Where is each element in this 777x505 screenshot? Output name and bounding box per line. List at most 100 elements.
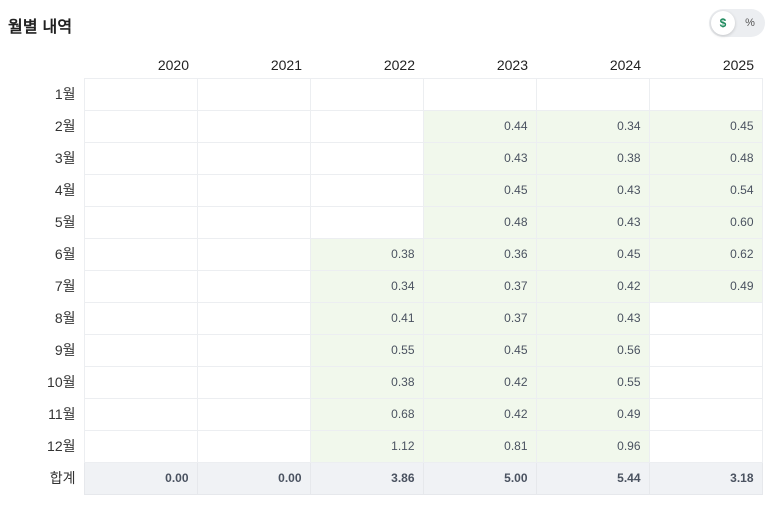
value-cell: 0.45 bbox=[422, 173, 537, 207]
value-cell: 0.49 bbox=[535, 397, 650, 431]
value-cell bbox=[83, 365, 198, 399]
value-cell bbox=[309, 173, 424, 207]
value-cell: 0.55 bbox=[535, 365, 650, 399]
value-cell bbox=[83, 269, 198, 303]
value-cell: 1.12 bbox=[309, 429, 424, 463]
value-cell: 0.45 bbox=[648, 109, 763, 143]
total-cell: 0.00 bbox=[83, 461, 198, 495]
value-cell bbox=[83, 205, 198, 239]
value-cell bbox=[196, 301, 311, 335]
year-header-row: 2020 2021 2022 2023 2024 2025 bbox=[0, 48, 762, 78]
table-row: 12월 1.12 0.81 0.96 bbox=[0, 429, 763, 463]
total-cell: 5.00 bbox=[422, 461, 537, 495]
value-cell: 0.41 bbox=[309, 301, 424, 335]
value-cell: 0.37 bbox=[422, 269, 537, 303]
value-cell bbox=[309, 205, 424, 239]
monthly-breakdown-table: 2020 2021 2022 2023 2024 2025 1월 2월 0.44 0.… bbox=[0, 48, 763, 495]
value-cell: 0.48 bbox=[422, 205, 537, 239]
table-body: 1월 2월 0.44 0.34 0.45 3월 0.43 0.38 0.48 4월 0.45 0.43… bbox=[0, 77, 763, 495]
month-label: 12월 bbox=[47, 438, 76, 454]
year-header: 2023 bbox=[496, 56, 528, 73]
value-cell bbox=[83, 109, 198, 143]
month-label: 7월 bbox=[54, 278, 76, 294]
value-cell bbox=[196, 365, 311, 399]
table-row: 5월 0.48 0.43 0.60 bbox=[0, 205, 763, 239]
year-header: 2021 bbox=[270, 56, 302, 73]
total-cell: 3.18 bbox=[648, 461, 763, 495]
table-row: 6월 0.38 0.36 0.45 0.62 bbox=[0, 237, 763, 271]
section-title: 월별 내역 bbox=[8, 19, 73, 36]
value-cell: 0.36 bbox=[422, 237, 537, 271]
table-row: 4월 0.45 0.43 0.54 bbox=[0, 173, 763, 207]
value-cell: 0.68 bbox=[309, 397, 424, 431]
value-cell bbox=[648, 397, 763, 431]
value-cell bbox=[83, 77, 198, 111]
percent-toggle-option[interactable]: % bbox=[738, 11, 762, 35]
value-cell: 0.42 bbox=[422, 397, 537, 431]
value-cell bbox=[83, 429, 198, 463]
value-cell: 0.49 bbox=[648, 269, 763, 303]
month-label: 6월 bbox=[54, 246, 76, 262]
value-cell: 0.38 bbox=[535, 141, 650, 175]
value-cell bbox=[309, 141, 424, 175]
month-label: 11월 bbox=[48, 406, 76, 422]
value-cell bbox=[648, 333, 763, 367]
value-cell bbox=[83, 397, 198, 431]
value-cell: 0.55 bbox=[309, 333, 424, 367]
year-header: 2022 bbox=[383, 56, 415, 73]
value-cell bbox=[309, 77, 424, 111]
table-row: 8월 0.41 0.37 0.43 bbox=[0, 301, 763, 335]
value-cell bbox=[648, 365, 763, 399]
value-cell: 0.60 bbox=[648, 205, 763, 239]
total-cell: 5.44 bbox=[535, 461, 650, 495]
value-cell: 0.42 bbox=[422, 365, 537, 399]
value-cell: 0.62 bbox=[648, 237, 763, 271]
value-cell: 0.34 bbox=[535, 109, 650, 143]
total-cell: 3.86 bbox=[309, 461, 424, 495]
value-cell bbox=[196, 397, 311, 431]
total-row: 합계 0.00 0.00 3.86 5.00 5.44 3.18 bbox=[0, 461, 763, 495]
value-cell: 0.96 bbox=[535, 429, 650, 463]
value-cell: 0.43 bbox=[422, 141, 537, 175]
table-row: 2월 0.44 0.34 0.45 bbox=[0, 109, 763, 143]
year-header: 2024 bbox=[609, 56, 641, 73]
value-cell: 0.43 bbox=[535, 205, 650, 239]
value-cell: 0.38 bbox=[309, 237, 424, 271]
value-cell bbox=[83, 333, 198, 367]
value-cell: 0.34 bbox=[309, 269, 424, 303]
value-cell bbox=[196, 77, 311, 111]
table-row: 11월 0.68 0.42 0.49 bbox=[0, 397, 763, 431]
table-row: 3월 0.43 0.38 0.48 bbox=[0, 141, 763, 175]
table-row: 10월 0.38 0.42 0.55 bbox=[0, 365, 763, 399]
value-cell bbox=[648, 301, 763, 335]
value-cell bbox=[83, 141, 198, 175]
value-cell: 0.44 bbox=[422, 109, 537, 143]
value-cell bbox=[196, 429, 311, 463]
value-cell bbox=[196, 109, 311, 143]
month-label: 9월 bbox=[54, 342, 76, 358]
value-cell: 0.43 bbox=[535, 301, 650, 335]
month-label: 1월 bbox=[54, 86, 76, 102]
value-cell: 0.38 bbox=[309, 365, 424, 399]
value-cell bbox=[648, 429, 763, 463]
value-cell bbox=[196, 237, 311, 271]
total-cell: 0.00 bbox=[196, 461, 311, 495]
dollar-toggle-option[interactable]: $ bbox=[711, 11, 735, 35]
currency-percent-toggle[interactable]: $ % bbox=[709, 9, 765, 37]
value-cell bbox=[196, 205, 311, 239]
corner-header bbox=[0, 48, 84, 78]
total-label: 합계 bbox=[49, 470, 76, 486]
value-cell bbox=[309, 109, 424, 143]
month-label: 4월 bbox=[54, 182, 76, 198]
value-cell bbox=[83, 173, 198, 207]
value-cell: 0.43 bbox=[535, 173, 650, 207]
value-cell: 0.45 bbox=[535, 237, 650, 271]
table-row: 1월 bbox=[0, 77, 763, 111]
value-cell: 0.42 bbox=[535, 269, 650, 303]
value-cell bbox=[648, 77, 763, 111]
month-label: 8월 bbox=[54, 310, 76, 326]
value-cell: 0.37 bbox=[422, 301, 537, 335]
value-cell bbox=[196, 173, 311, 207]
value-cell bbox=[83, 237, 198, 271]
value-cell: 0.56 bbox=[535, 333, 650, 367]
